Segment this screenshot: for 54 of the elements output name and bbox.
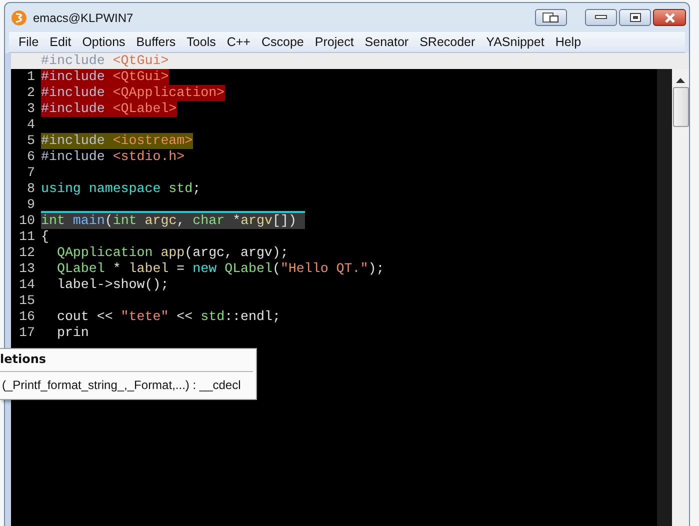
- code-line: QLabel * label = new QLabel("Hello QT.");: [56, 261, 384, 277]
- line-number: 13: [19, 261, 35, 277]
- popup-title: letions: [0, 351, 46, 368]
- scrollbar-thumb[interactable]: [672, 87, 688, 127]
- completion-item[interactable]: (_Printf_format_string_,_Format,...) : __cdecl: [2, 378, 241, 392]
- emacs-logo-icon: [11, 10, 27, 26]
- window-switch-button[interactable]: [535, 9, 567, 26]
- menu-item[interactable]: Buffers: [130, 35, 182, 49]
- menu-item[interactable]: Cscope: [256, 35, 310, 49]
- line-number: 8: [27, 181, 35, 197]
- minimize-button[interactable]: [585, 9, 617, 26]
- window-switch-icon: [542, 12, 560, 23]
- header-line: #include <QtGui>: [41, 53, 169, 68]
- code-line: cout << "tete" << std::endl;: [56, 309, 280, 325]
- menu-item[interactable]: Help: [550, 35, 587, 49]
- line-number: 15: [19, 293, 35, 309]
- line-number: 16: [19, 309, 35, 325]
- line-number: 1: [27, 69, 35, 85]
- menu-item[interactable]: SRecoder: [414, 35, 481, 49]
- line-number: 6: [27, 149, 35, 165]
- maximize-icon: [630, 13, 640, 22]
- scrollbar[interactable]: [672, 69, 689, 526]
- line-number: 4: [27, 117, 35, 133]
- line-number: 11: [19, 229, 35, 245]
- code-line: prin: [56, 325, 89, 341]
- code-line: int main(int argc, char *argv[]): [41, 213, 296, 229]
- menu-item[interactable]: YASnippet: [480, 35, 550, 49]
- scroll-up-icon[interactable]: [676, 78, 685, 83]
- code-line: QApplication app(argc, argv);: [56, 245, 288, 261]
- line-number: 10: [19, 213, 35, 229]
- menu-item[interactable]: Senator: [359, 35, 414, 49]
- line-number: 9: [27, 197, 35, 213]
- menu-item[interactable]: File: [13, 35, 44, 49]
- line-number: 2: [27, 85, 35, 101]
- menu-item[interactable]: Tools: [181, 35, 222, 49]
- line-number: 17: [19, 325, 35, 341]
- code-line: using namespace std;: [41, 181, 201, 197]
- close-button[interactable]: [653, 9, 686, 26]
- menu-item[interactable]: Edit: [44, 35, 77, 49]
- code-line: {: [41, 229, 49, 245]
- code-line: #include <stdio.h>: [41, 149, 185, 165]
- menu-item[interactable]: C++: [221, 35, 256, 49]
- code-line: label->show();: [56, 277, 169, 293]
- line-number: 3: [27, 101, 35, 117]
- close-icon: [664, 12, 676, 22]
- minimize-icon: [595, 15, 607, 20]
- maximize-button[interactable]: [619, 9, 651, 26]
- line-number: 5: [27, 133, 35, 149]
- window-title: emacs@KLPWIN7: [33, 10, 134, 24]
- menu-item[interactable]: Options: [76, 35, 131, 49]
- menu-item[interactable]: Project: [309, 35, 360, 49]
- line-number: 14: [19, 277, 35, 293]
- line-number: 12: [19, 245, 35, 261]
- line-number: 7: [27, 165, 35, 181]
